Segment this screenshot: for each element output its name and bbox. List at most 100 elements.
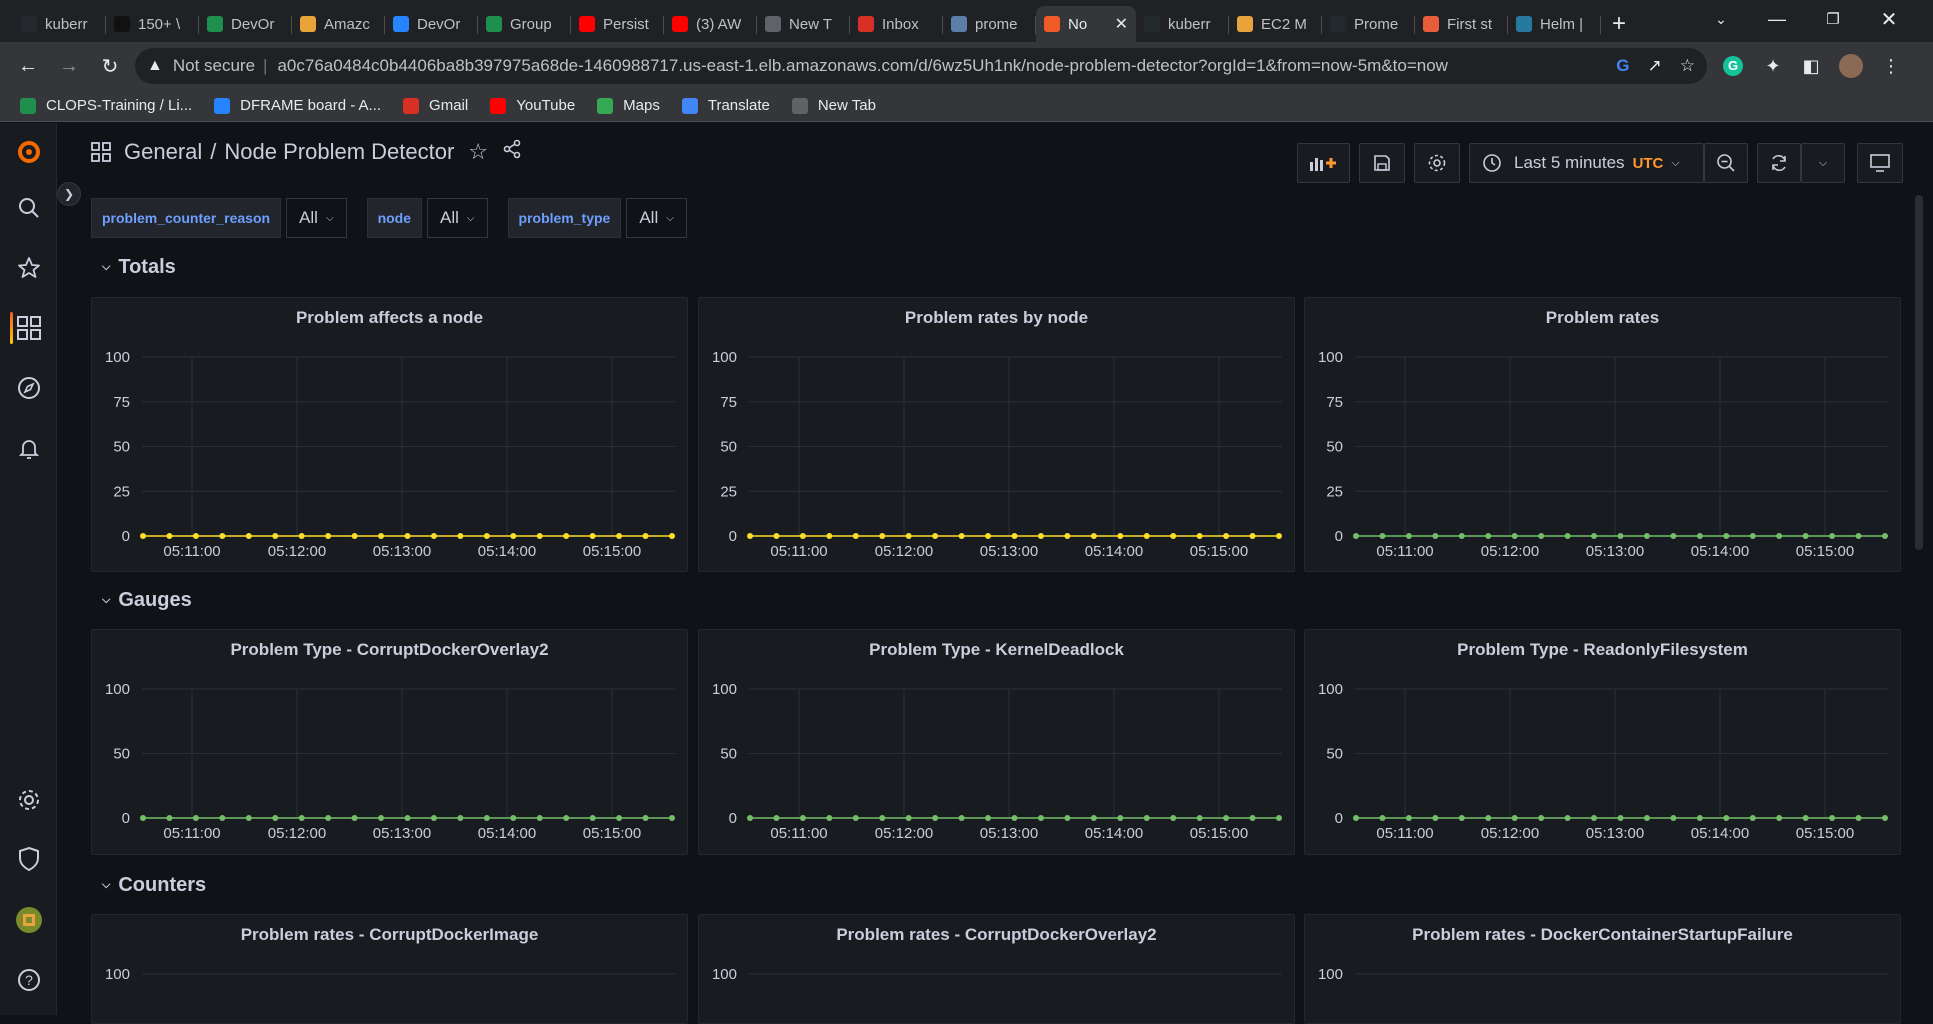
- panel-problem-rates-dockercontainerstartupfailure[interactable]: 100 Problem rates - DockerContainerStartu…: [1304, 914, 1901, 1024]
- browser-tab[interactable]: 150+ \: [106, 6, 199, 42]
- panel-problem-rates-corruptdockerimage[interactable]: 100 Problem rates - CorruptDockerImage: [91, 914, 688, 1024]
- refresh-interval-dropdown[interactable]: ⌵: [1801, 143, 1845, 183]
- browser-tab[interactable]: Inbox: [850, 6, 943, 42]
- browser-tab[interactable]: New T: [757, 6, 850, 42]
- data-point: [1749, 815, 1756, 821]
- browser-tab[interactable]: EC2 M: [1229, 6, 1322, 42]
- time-range-picker[interactable]: Last 5 minutes UTC ⌵: [1469, 143, 1704, 183]
- variable-select-node[interactable]: All ⌵: [427, 198, 488, 238]
- menu-icon[interactable]: ⋮: [1873, 48, 1909, 84]
- tv-mode-button[interactable]: [1857, 143, 1903, 183]
- chart-svg: 0 50 100 05:11:00 05:12:00 05:13:00 05:14:00 05…: [712, 681, 1282, 842]
- browser-tab[interactable]: (3) AW: [664, 6, 757, 42]
- row-header-gauges[interactable]: ⌵ Gauges: [102, 589, 192, 612]
- page-scrollbar[interactable]: [1915, 195, 1923, 550]
- panel-problem-rates-corruptdockeroverlay2[interactable]: 100 Problem rates - CorruptDockerOverlay2: [698, 914, 1295, 1024]
- data-point: [1090, 533, 1097, 539]
- add-panel-button[interactable]: [1297, 143, 1350, 183]
- bookmark-item[interactable]: New Tab: [791, 97, 876, 114]
- browser-tab[interactable]: kuberr: [1136, 6, 1229, 42]
- variable-select-problem-type[interactable]: All ⌵: [626, 198, 687, 238]
- row-title: Counters: [118, 874, 207, 896]
- search-icon[interactable]: [14, 193, 44, 223]
- share-icon[interactable]: ↗: [1648, 56, 1662, 76]
- back-icon[interactable]: ←: [10, 48, 46, 84]
- close-tab-icon[interactable]: ✕: [1115, 14, 1128, 34]
- restore-button[interactable]: ❐: [1805, 0, 1861, 38]
- save-dashboard-button[interactable]: [1359, 143, 1405, 183]
- minimize-button[interactable]: —: [1749, 0, 1805, 38]
- bookmarks-bar: CLOPS-Training / Li... DFRAME board - A..…: [0, 90, 1933, 122]
- data-point: [563, 533, 570, 539]
- panel-problem-rates[interactable]: 0 25 50 75 100 05:11:00 05:12:00 05:13:00 05:14:…: [1304, 297, 1901, 572]
- browser-tab[interactable]: Amazc: [292, 6, 385, 42]
- row-header-counters[interactable]: ⌵ Counters: [102, 874, 206, 897]
- panel-problem-affects-a-node[interactable]: 0 25 50 75 100 05:11:00 05:12:00 05:13:00 05:14:…: [91, 297, 688, 572]
- user-avatar[interactable]: [14, 905, 44, 935]
- close-window-button[interactable]: ✕: [1861, 0, 1917, 38]
- bookmark-item[interactable]: YouTube: [490, 97, 575, 114]
- bookmark-item[interactable]: Maps: [597, 97, 660, 114]
- share-dashboard-icon[interactable]: [502, 139, 522, 165]
- google-icon[interactable]: G: [1616, 56, 1629, 76]
- x-tick-label: 05:13:00: [1586, 543, 1644, 560]
- browser-tab[interactable]: Group: [478, 6, 571, 42]
- browser-tab[interactable]: First st: [1415, 6, 1508, 42]
- browser-tab[interactable]: kuberr: [13, 6, 106, 42]
- side-panel-icon[interactable]: ◧: [1793, 48, 1829, 84]
- x-tick-label: 05:14:00: [1085, 543, 1143, 560]
- data-point: [483, 533, 490, 539]
- row-header-totals[interactable]: ⌵ Totals: [102, 256, 176, 279]
- browser-tab[interactable]: Prome: [1322, 6, 1415, 42]
- extensions-icon[interactable]: ✦: [1755, 48, 1791, 84]
- browser-tab[interactable]: Helm |: [1508, 6, 1601, 42]
- data-point: [1776, 533, 1783, 539]
- tab-search-icon[interactable]: ⌄: [1693, 0, 1749, 38]
- zoom-out-button[interactable]: [1704, 143, 1748, 183]
- bookmark-item[interactable]: DFRAME board - A...: [214, 97, 381, 114]
- browser-tab[interactable]: DevOr: [199, 6, 292, 42]
- panel-problem-type-kerneldeadlock[interactable]: 0 50 100 05:11:00 05:12:00 05:13:00 05:14:00 05…: [698, 629, 1295, 855]
- browser-tab[interactable]: No ✕: [1036, 6, 1136, 42]
- data-point: [616, 533, 623, 539]
- x-tick-label: 05:12:00: [1481, 825, 1539, 842]
- dashboards-icon[interactable]: [14, 313, 44, 343]
- x-tick-label: 05:11:00: [770, 825, 827, 842]
- monitor-icon: [1870, 154, 1890, 172]
- grafana-logo-icon[interactable]: [14, 137, 44, 167]
- bookmark-item[interactable]: CLOPS-Training / Li...: [20, 97, 192, 114]
- bookmark-item[interactable]: Translate: [681, 97, 770, 114]
- configuration-gear-icon[interactable]: [14, 785, 44, 815]
- page-title[interactable]: Node Problem Detector: [224, 139, 454, 165]
- bookmark-item[interactable]: Gmail: [403, 97, 468, 114]
- refresh-button[interactable]: [1757, 143, 1801, 183]
- browser-tab[interactable]: Persist: [571, 6, 664, 42]
- server-admin-shield-icon[interactable]: [14, 844, 44, 874]
- reload-icon[interactable]: ↻: [92, 48, 128, 84]
- panel-problem-type-corruptdockeroverlay2[interactable]: 0 50 100 05:11:00 05:12:00 05:13:00 05:14:00 05…: [91, 629, 688, 855]
- new-tab-button[interactable]: +: [1601, 6, 1637, 42]
- explore-icon[interactable]: [14, 373, 44, 403]
- variable-select-problem-counter-reason[interactable]: All ⌵: [286, 198, 347, 238]
- url-input[interactable]: ▲ Not secure | a0c76a0484c0b4406ba8b3979…: [135, 48, 1707, 84]
- browser-tab[interactable]: DevOr: [385, 6, 478, 42]
- forward-icon[interactable]: →: [51, 48, 87, 84]
- expand-menu-button[interactable]: ❯: [57, 182, 81, 206]
- alerting-bell-icon[interactable]: [14, 433, 44, 463]
- favorite-star-icon[interactable]: ☆: [468, 139, 488, 165]
- starred-icon[interactable]: [14, 253, 44, 283]
- bb-icon: [114, 16, 130, 32]
- folder-link[interactable]: General: [124, 139, 202, 165]
- browser-tab[interactable]: prome: [943, 6, 1036, 42]
- data-point: [1643, 533, 1650, 539]
- dashboard-settings-button[interactable]: [1414, 143, 1460, 183]
- profile-avatar[interactable]: [1833, 48, 1869, 84]
- panel-problem-rates-by-node[interactable]: 0 25 50 75 100 05:11:00 05:12:00 05:13:00 05:14:…: [698, 297, 1295, 572]
- grammarly-icon[interactable]: G: [1715, 48, 1751, 84]
- data-point: [378, 533, 385, 539]
- y-tick-label: 75: [720, 394, 737, 411]
- help-icon[interactable]: ?: [14, 965, 44, 995]
- panel-problem-type-readonlyfilesystem[interactable]: 0 50 100 05:11:00 05:12:00 05:13:00 05:14:00 05…: [1304, 629, 1901, 855]
- url-text: a0c76a0484c0b4406ba8b397975a68de-1460988…: [277, 56, 1448, 75]
- bookmark-star-icon[interactable]: ☆: [1680, 56, 1695, 76]
